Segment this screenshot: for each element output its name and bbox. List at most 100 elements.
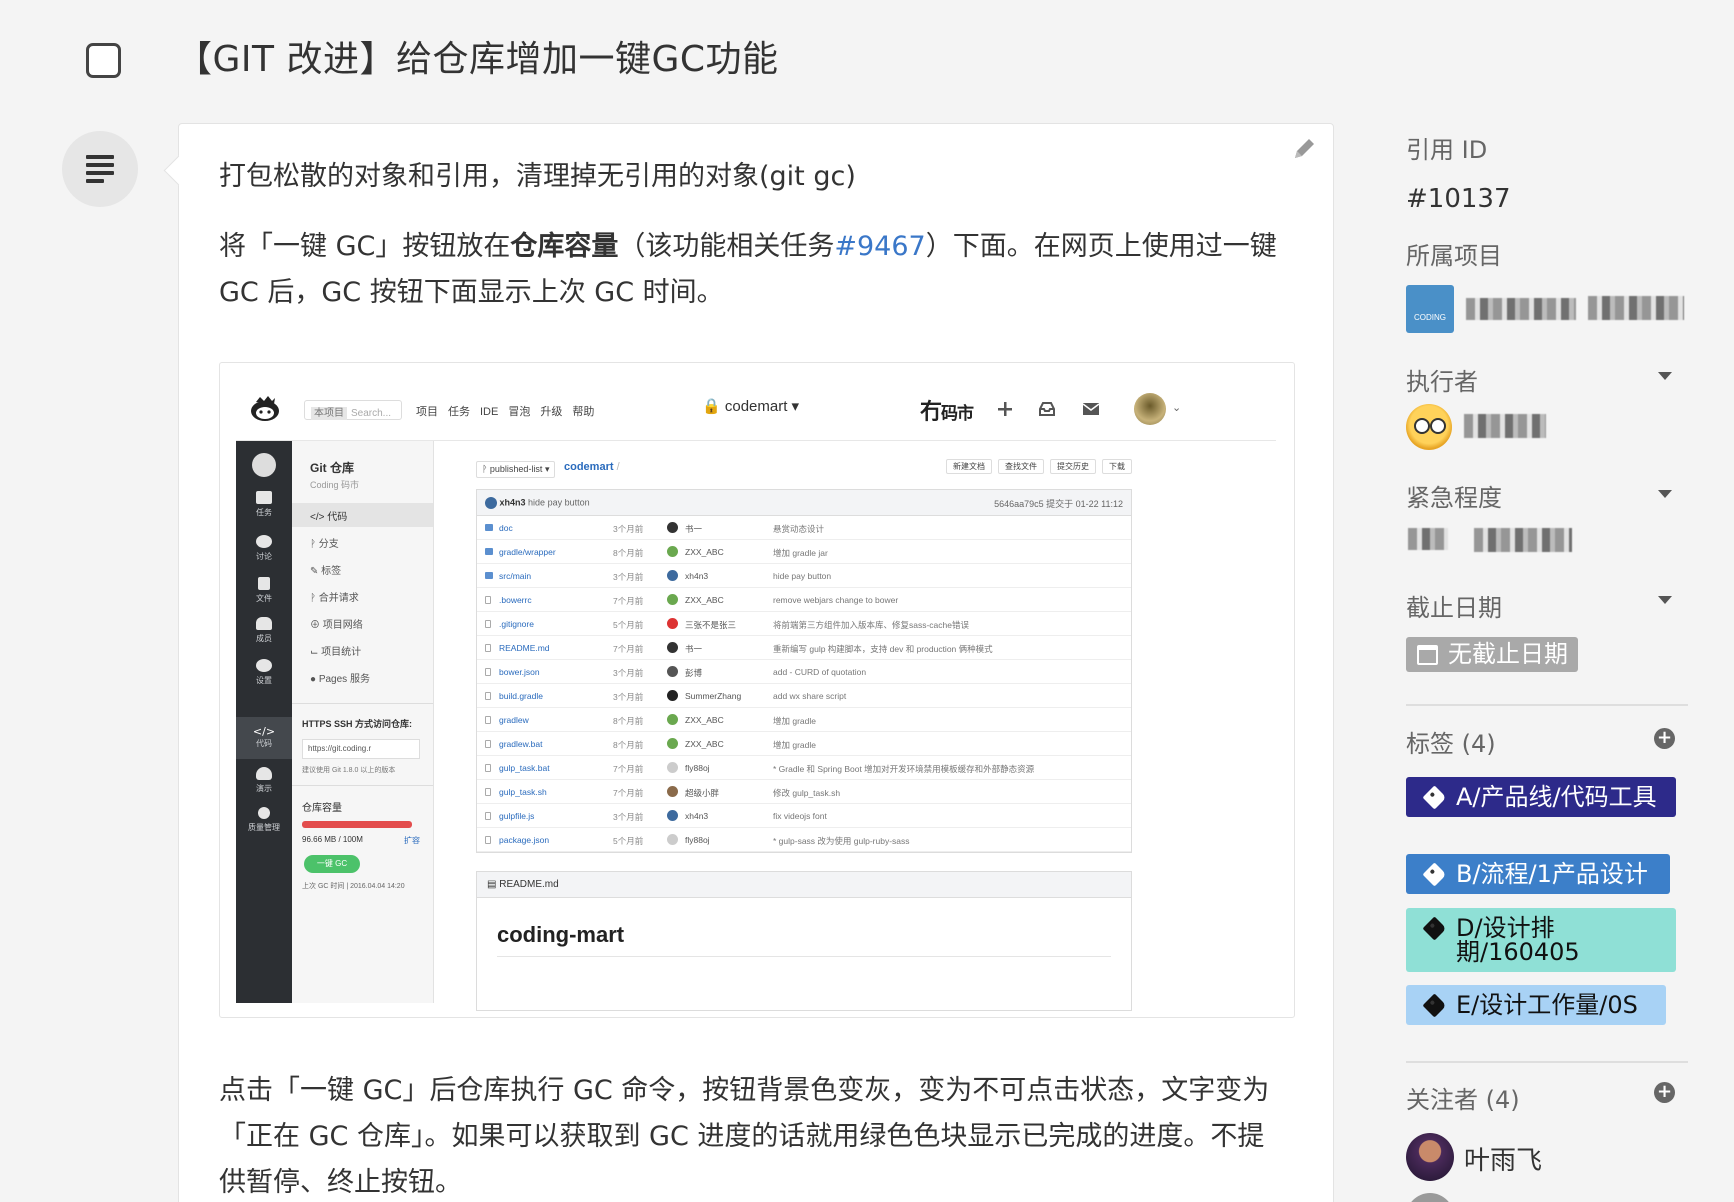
file-row[interactable]: bower.json3个月前彭博add - CURD of quotation	[477, 660, 1131, 684]
sidebar-item-files[interactable]: 文件	[236, 577, 292, 604]
plus-icon[interactable]	[996, 401, 1014, 417]
branch-selector[interactable]: ᚹ published-list ▾	[476, 461, 555, 478]
sidebar-item-discuss[interactable]: 讨论	[236, 535, 292, 562]
file-row[interactable]: .bowerrc7个月前ZXX_ABCremove webjars change…	[477, 588, 1131, 612]
follower-avatar[interactable]	[1406, 1133, 1454, 1181]
repo-action-button[interactable]: 下载	[1102, 459, 1132, 474]
file-row[interactable]: build.gradle3个月前SummerZhangadd wx share …	[477, 684, 1131, 708]
file-name[interactable]: bower.json	[499, 667, 540, 677]
file-row[interactable]: gulp_task.bat7个月前fly88oj* Gradle 和 Sprin…	[477, 756, 1131, 780]
task-complete-checkbox[interactable]	[86, 43, 121, 78]
repo-menu-branches[interactable]: ᚹ 分支	[292, 530, 433, 554]
ref-id-value: #10137	[1406, 184, 1511, 214]
repo-menu-network[interactable]: ⊕ 项目网络	[292, 611, 433, 635]
file-name[interactable]: package.json	[499, 835, 549, 845]
file-row[interactable]: .gitignore5个月前三张不是张三将前端第三方组件加入版本库、修复sass…	[477, 612, 1131, 636]
embedded-nav-item[interactable]: 项目	[416, 406, 438, 418]
tag-a[interactable]: A/产品线/代码工具	[1406, 777, 1676, 817]
embedded-user-avatar[interactable]	[1134, 393, 1166, 425]
embedded-nav-item[interactable]: 任务	[448, 406, 470, 418]
priority-value-redacted[interactable]	[1474, 528, 1572, 552]
file-author: 书一	[685, 643, 702, 655]
tag-b[interactable]: B/流程/1产品设计	[1406, 854, 1670, 894]
project-label: 所属项目	[1406, 236, 1502, 271]
inbox-icon[interactable]	[1038, 401, 1056, 417]
priority-dropdown-icon[interactable]	[1658, 490, 1672, 498]
file-name[interactable]: gulp_task.sh	[499, 787, 547, 797]
file-time: 3个月前	[613, 667, 643, 679]
file-name[interactable]: .bowerrc	[499, 595, 532, 605]
file-name[interactable]: build.gradle	[499, 691, 543, 701]
file-time: 3个月前	[613, 571, 643, 583]
chevron-down-icon[interactable]: ⌄	[1172, 401, 1181, 414]
file-row[interactable]: gradle/wrapper8个月前ZXX_ABC增加 gradle jar	[477, 540, 1131, 564]
file-author: xh4n3	[685, 811, 708, 821]
repo-action-button[interactable]: 查找文件	[998, 459, 1044, 474]
embedded-nav-item[interactable]: 冒泡	[508, 406, 530, 418]
tag-d[interactable]: D/设计排期/160405	[1406, 908, 1676, 972]
embedded-nav-item[interactable]: 升级	[540, 406, 562, 418]
calendar-icon	[1417, 645, 1438, 665]
file-name[interactable]: gulp_task.bat	[499, 763, 550, 773]
task-link[interactable]: #9467	[834, 231, 925, 262]
file-row[interactable]: src/main3个月前xh4n3hide pay button	[477, 564, 1131, 588]
file-name[interactable]: doc	[499, 523, 513, 533]
task-title[interactable]: 【GIT 改进】给仓库增加一键GC功能	[176, 30, 778, 82]
file-row[interactable]: gradlew.bat8个月前ZXX_ABC增加 gradle	[477, 732, 1131, 756]
repo-menu-pages[interactable]: ● Pages 服务	[292, 665, 433, 689]
mail-icon[interactable]	[1082, 401, 1100, 417]
sidebar-item-members[interactable]: 成员	[236, 617, 292, 644]
repo-action-button[interactable]: 提交历史	[1050, 459, 1096, 474]
file-author: ZXX_ABC	[685, 715, 724, 725]
author-avatar	[667, 690, 678, 701]
repo-name-link[interactable]: codemart /	[564, 461, 620, 473]
file-name[interactable]: gradle/wrapper	[499, 547, 556, 557]
embedded-nav-item[interactable]: IDE	[480, 406, 498, 418]
expand-link[interactable]: 扩容	[404, 835, 420, 846]
tag-icon	[1422, 916, 1446, 940]
repo-menu-tags[interactable]: ✎ 标签	[292, 557, 433, 581]
sidebar-item-settings[interactable]: 设置	[236, 659, 292, 686]
embedded-nav-item[interactable]: 帮助	[572, 406, 594, 418]
repo-menu-stats[interactable]: ⌙ 项目统计	[292, 638, 433, 662]
clone-url-field[interactable]: https://git.coding.r	[302, 739, 420, 759]
sidebar-item-code[interactable]: </>代码	[236, 717, 292, 759]
tag-e[interactable]: E/设计工作量/0S	[1406, 985, 1666, 1025]
file-row[interactable]: package.json5个月前fly88oj* gulp-sass 改为使用 …	[477, 828, 1131, 852]
due-date-tag[interactable]: 无截止日期	[1406, 637, 1578, 672]
file-name[interactable]: gulpfile.js	[499, 811, 534, 821]
sidebar-item-task[interactable]: 任务	[236, 491, 292, 518]
file-name[interactable]: src/main	[499, 571, 531, 581]
due-date-dropdown-icon[interactable]	[1658, 596, 1672, 604]
followers-label: 关注者 (4)	[1406, 1080, 1520, 1115]
file-time: 7个月前	[613, 595, 643, 607]
repo-action-button[interactable]: 新建文档	[946, 459, 992, 474]
file-row[interactable]: gulp_task.sh7个月前超级小胖修改 gulp_task.sh	[477, 780, 1131, 804]
assignee-dropdown-icon[interactable]	[1658, 372, 1672, 380]
sidebar-item-demo[interactable]: 演示	[236, 767, 292, 794]
add-follower-plus-icon[interactable]: +	[1654, 1082, 1675, 1103]
repo-menu-code[interactable]: </> 代码	[292, 503, 433, 527]
file-name[interactable]: gradlew	[499, 715, 529, 725]
embedded-project-switcher[interactable]: 🔒 codemart ▾	[702, 397, 799, 415]
project-name-redacted[interactable]	[1466, 298, 1576, 320]
repo-menu-merge[interactable]: ᚹ 合并请求	[292, 584, 433, 608]
sidebar-item-quality[interactable]: 质量管理	[236, 807, 292, 833]
follower-avatar-2[interactable]	[1406, 1193, 1454, 1202]
file-time: 8个月前	[613, 715, 643, 727]
file-row[interactable]: README.md7个月前书一重新编写 gulp 构建脚本，支持 dev 和 p…	[477, 636, 1131, 660]
file-name[interactable]: gradlew.bat	[499, 739, 542, 749]
one-click-gc-button[interactable]: 一键 GC	[304, 855, 360, 873]
author-avatar	[667, 594, 678, 605]
file-name[interactable]: README.md	[499, 643, 550, 653]
embedded-search-input[interactable]: 本项目Search...	[304, 400, 402, 420]
file-author: fly88oj	[685, 763, 710, 773]
file-name[interactable]: .gitignore	[499, 619, 534, 629]
file-row[interactable]: gulpfile.js3个月前xh4n3fix videojs font	[477, 804, 1131, 828]
file-row[interactable]: gradlew8个月前ZXX_ABC增加 gradle	[477, 708, 1131, 732]
embedded-icon-sidebar: 任务 讨论 文件 成员 设置 </>代码 演示 质量管理	[236, 441, 292, 1003]
add-tag-plus-icon[interactable]: +	[1654, 728, 1675, 749]
assignee-avatar[interactable]	[1406, 404, 1452, 450]
pencil-icon[interactable]	[1289, 134, 1319, 164]
file-row[interactable]: doc3个月前书一悬赏动态设计	[477, 516, 1131, 540]
